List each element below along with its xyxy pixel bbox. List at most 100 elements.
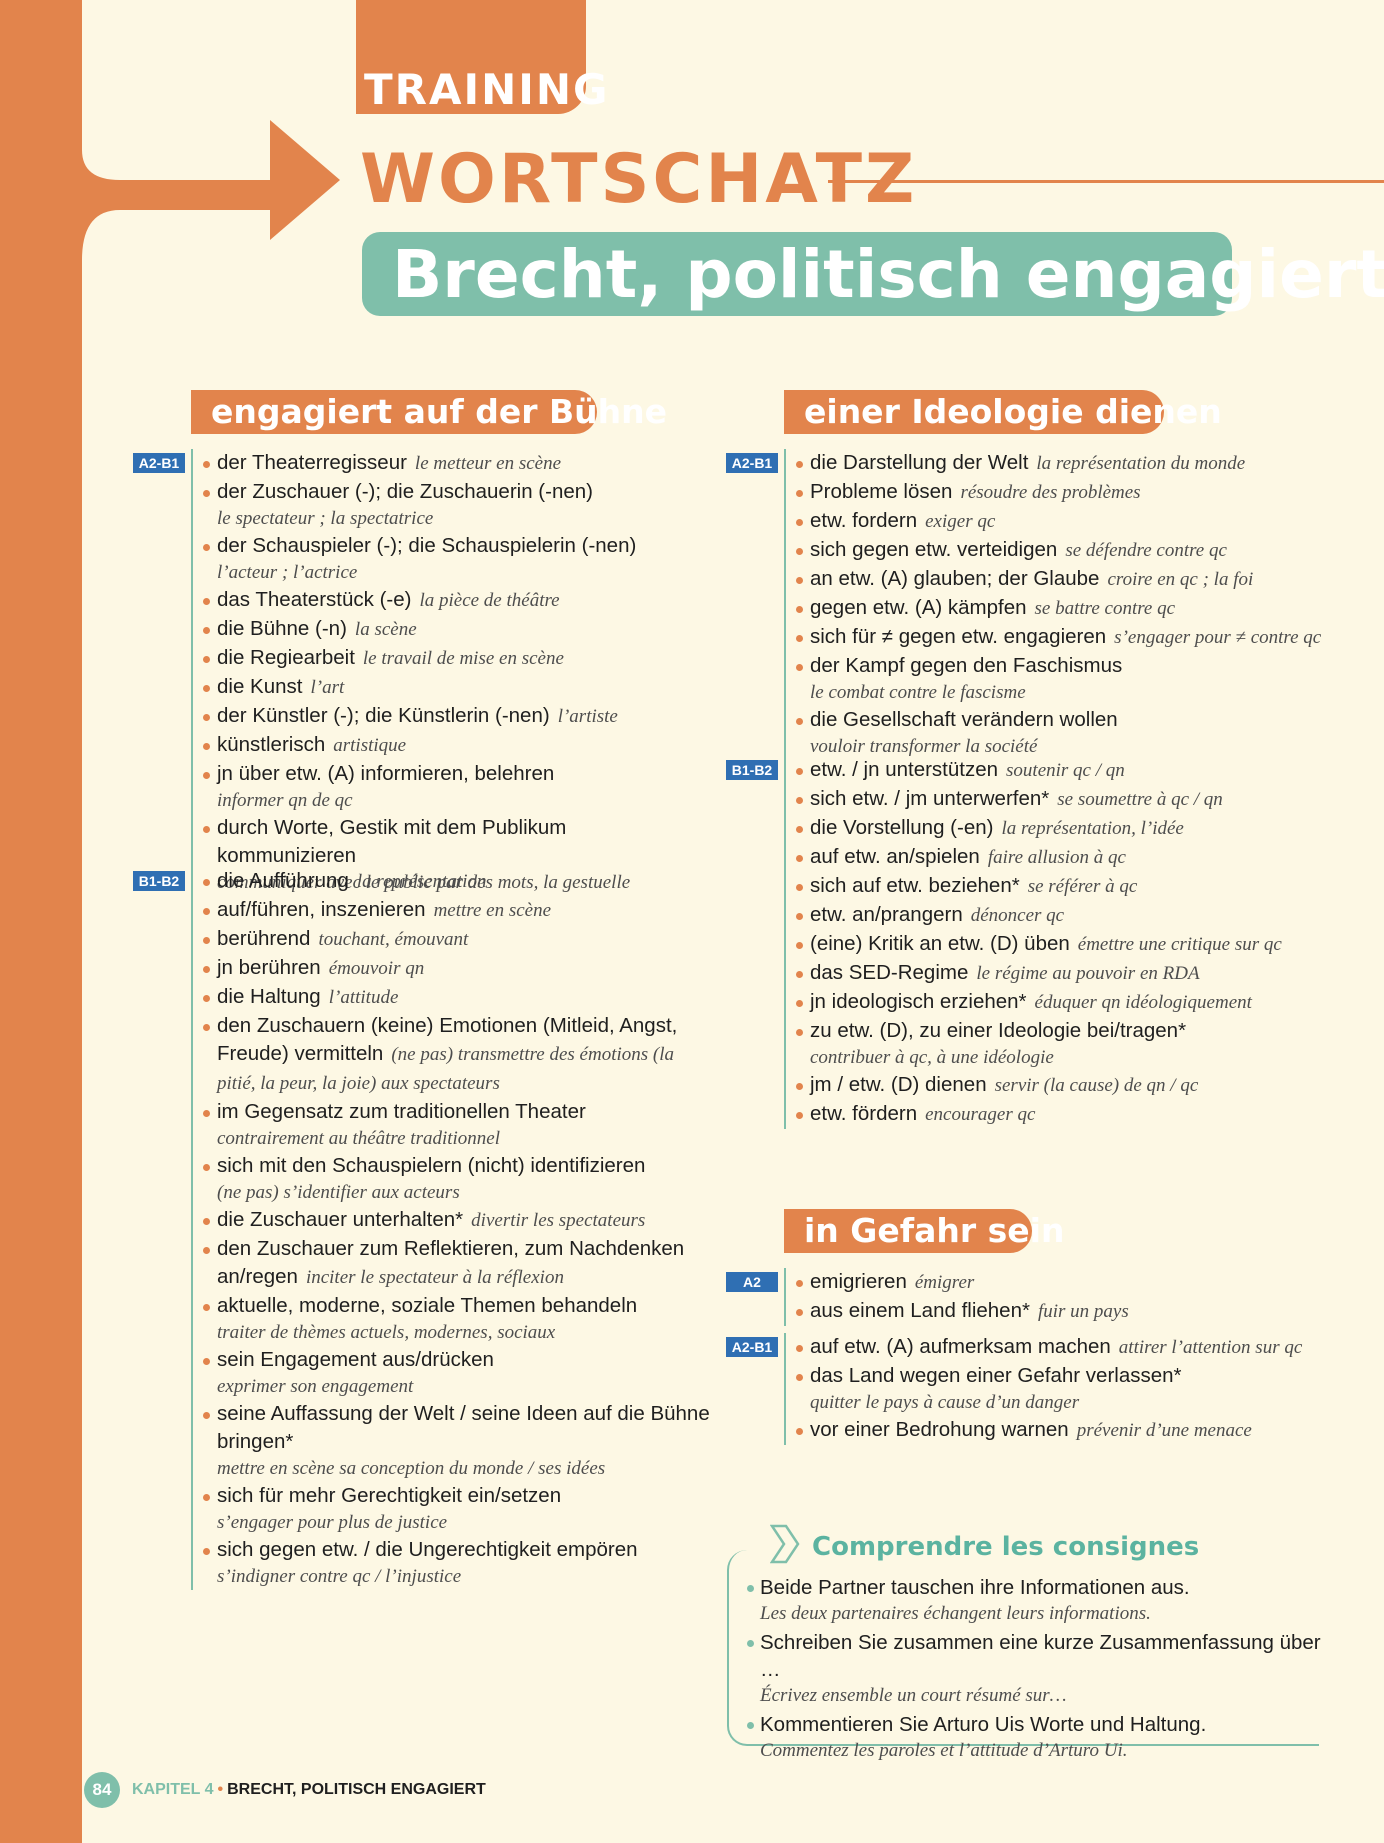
vocab-german: sich für ≠ gegen etw. engagieren [810, 625, 1107, 648]
vocab-item: vor einer Bedrohung warnen prévenir d’une… [784, 1416, 1324, 1445]
vocab-french: s’indigner contre qc / l’injustice [217, 1566, 462, 1587]
vocab-german: der Theaterregisseur [217, 451, 407, 474]
vocab-group: A2-B1 auf etw. (A) aufmerksam machen attir… [726, 1333, 1324, 1445]
vocab-german: durch Worte, Gestik mit dem Publikum kom… [217, 816, 567, 867]
vocab-german: die Kunst [217, 675, 303, 698]
vocab-item: etw. fordern exiger qc [784, 507, 1324, 536]
consigne-fr: Les deux partenaires échangent leurs inf… [760, 1603, 1151, 1624]
vocab-item: die Vorstellung (-en) la représentation, … [784, 814, 1324, 843]
vocab-french: le metteur en scène [414, 453, 562, 474]
vocab-item: das SED-Regime le régime au pouvoir en RD… [784, 959, 1324, 988]
consigne-de: Kommentieren Sie Arturo Uis Worte und Ha… [760, 1713, 1207, 1736]
vocab-french: faire allusion à qc [987, 847, 1126, 868]
vocab-french: exiger qc [925, 511, 996, 532]
vocab-german: die Haltung [217, 985, 321, 1008]
vocab-item: seine Auffassung der Welt / seine Ideen … [191, 1400, 711, 1482]
vocab-german: auf etw. (A) aufmerksam machen [810, 1335, 1111, 1358]
vocab-german: sich etw. / jm unterwerfen* [810, 787, 1050, 810]
vocab-french: la scène [354, 619, 417, 640]
vocab-french: artistique [333, 735, 407, 756]
vocab-french: résoudre des problèmes [960, 482, 1141, 503]
vocab-item: Probleme lösen résoudre des problèmes [784, 478, 1324, 507]
vocab-french: soutenir qc / qn [1006, 760, 1125, 781]
vocab-item: den Zuschauern (keine) Emotionen (Mitlei… [191, 1012, 711, 1098]
consigne-de: Beide Partner tauschen ihre Informatione… [760, 1576, 1190, 1599]
vocab-item: der Schauspieler (-); die Schauspielerin… [191, 532, 711, 586]
vocab-item: emigrieren émigrer [784, 1268, 1324, 1297]
vocab-french: contrairement au théâtre traditionnel [217, 1128, 501, 1149]
vocab-item: etw. an/prangern dénoncer qc [784, 901, 1324, 930]
vocab-german: die Gesellschaft verändern wollen [810, 708, 1118, 731]
level-badge: A2-B1 [726, 453, 778, 473]
vocab-item: das Theaterstück (-e) la pièce de théâtre [191, 586, 711, 615]
vocab-german: emigrieren [810, 1270, 907, 1293]
consignes-title: Comprendre les consignes [812, 1532, 1200, 1562]
vocab-item: sich gegen etw. / die Ungerechtigkeit em… [191, 1536, 711, 1590]
vocab-item: etw. / jn unterstützen soutenir qc / qn [784, 756, 1324, 785]
vocab-german: die Darstellung der Welt [810, 451, 1029, 474]
vocab-german: auf etw. an/spielen [810, 845, 980, 868]
vocab-french: l’art [310, 677, 345, 698]
vocab-item: sich auf etw. beziehen* se référer à qc [784, 872, 1324, 901]
vocab-french: prévenir d’une menace [1076, 1420, 1252, 1441]
vocab-french: émigrer [914, 1272, 975, 1293]
vocab-german: etw. fordern [810, 509, 918, 532]
level-badge: A2 [726, 1272, 778, 1292]
vocab-item: der Zuschauer (-); die Zuschauerin (-nen… [191, 478, 711, 532]
vocab-french: divertir les spectateurs [471, 1210, 646, 1231]
title-banner: Brecht, politisch engagiert [362, 232, 1384, 316]
vocab-item: jn ideologisch erziehen* éduquer qn idéol… [784, 988, 1324, 1017]
vocab-german: jn berühren [217, 956, 321, 979]
arrow-icon [770, 1524, 800, 1564]
footer-dot: • [217, 1781, 224, 1798]
vocab-item: die Zuschauer unterhalten* divertir les s… [191, 1206, 711, 1235]
level-badge: B1-B2 [726, 760, 778, 780]
vocab-german: die Regiearbeit [217, 646, 355, 669]
consigne-item: Schreiben Sie zusammen eine kurze Zusamm… [744, 1629, 1344, 1709]
vocab-french: l’artiste [557, 706, 618, 727]
level-badge: A2-B1 [133, 453, 185, 473]
vocab-french: le spectateur ; la spectatrice [217, 508, 434, 529]
vocab-german: der Schauspieler (-); die Schauspielerin… [217, 534, 637, 557]
vocab-item: künstlerisch artistique [191, 731, 711, 760]
vocab-group: A2-B1 die Darstellung der Welt la représen… [726, 449, 1324, 760]
vocab-german: künstlerisch [217, 733, 326, 756]
vocab-item: sich für mehr Gerechtigkeit ein/setzen s’… [191, 1482, 711, 1536]
vocab-french: se référer à qc [1027, 876, 1138, 897]
vocab-french: la pièce de théâtre [419, 590, 560, 611]
training-tab: TRAINING [356, 0, 608, 114]
level-badge: B1-B2 [133, 871, 185, 891]
vocab-french: traiter de thèmes actuels, modernes, soc… [217, 1322, 556, 1343]
vocab-german: im Gegensatz zum traditionellen Theater [217, 1100, 586, 1123]
level-badge: A2-B1 [726, 1337, 778, 1357]
vocab-german: Probleme lösen [810, 480, 953, 503]
vocab-item: sich etw. / jm unterwerfen* se soumettre … [784, 785, 1324, 814]
vocab-french: émouvoir qn [328, 958, 425, 979]
vocab-french: l’acteur ; l’actrice [217, 562, 358, 583]
vocab-item: im Gegensatz zum traditionellen Theater c… [191, 1098, 711, 1152]
vocab-french: se soumettre à qc / qn [1057, 789, 1223, 810]
vocab-german: etw. / jn unterstützen [810, 758, 999, 781]
vocab-german: seine Auffassung der Welt / seine Ideen … [217, 1402, 710, 1453]
vocab-german: jn über etw. (A) informieren, belehren [217, 762, 555, 785]
vocab-french: informer qn de qc [217, 790, 353, 811]
vocab-item: auf etw. (A) aufmerksam machen attirer l’… [784, 1333, 1324, 1362]
vocab-item: auf/führen, inszenieren mettre en scène [191, 896, 711, 925]
vocab-french: la représentation, l’idée [1001, 818, 1184, 839]
footer-title: BRECHT, POLITISCH ENGAGIERT [227, 1781, 486, 1798]
vocab-german: berührend [217, 927, 311, 950]
vocab-item: jm / etw. (D) dienen servir (la cause) de… [784, 1071, 1324, 1100]
consigne-fr: Écrivez ensemble un court résumé sur… [760, 1685, 1067, 1706]
vocab-item: die Gesellschaft verändern wollen vouloir… [784, 706, 1324, 760]
vocab-item: jn über etw. (A) informieren, belehren in… [191, 760, 711, 814]
vocab-group: A2 emigrieren émigrer aus einem Land fliehe… [726, 1268, 1324, 1326]
vocab-german: die Aufführung [217, 869, 349, 892]
vocab-german: vor einer Bedrohung warnen [810, 1418, 1069, 1441]
vocab-item: die Darstellung der Welt la représentatio… [784, 449, 1324, 478]
vocab-group: B1-B2 die Aufführung la représentation auf/… [133, 867, 711, 1590]
vocab-french: le travail de mise en scène [362, 648, 564, 669]
training-label: TRAINING [364, 65, 610, 114]
vocab-item: jn berühren émouvoir qn [191, 954, 711, 983]
vocab-german: sich auf etw. beziehen* [810, 874, 1020, 897]
vocab-item: den Zuschauer zum Reflektieren, zum Nach… [191, 1235, 711, 1292]
